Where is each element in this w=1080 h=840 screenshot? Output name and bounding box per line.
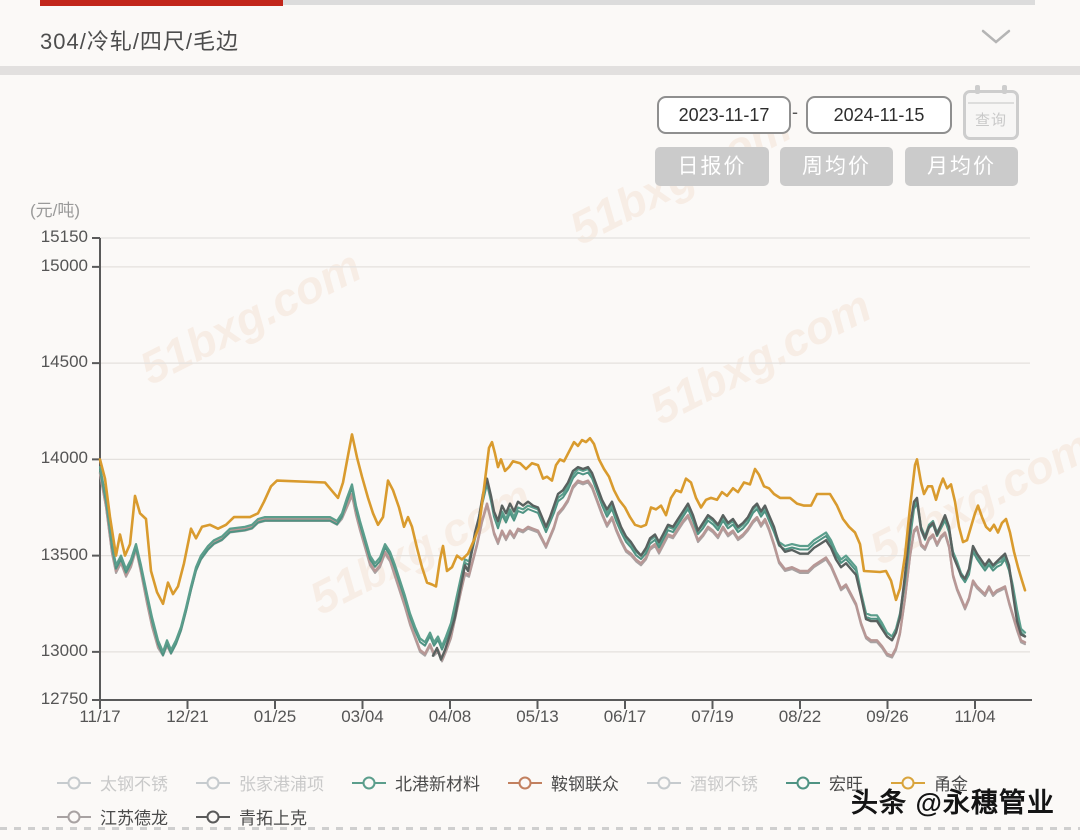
legend-item-鞍钢联众[interactable]: 鞍钢联众 — [507, 770, 619, 795]
y-axis-tick-label: 15150 — [0, 227, 88, 247]
x-axis-tick-label: 01/25 — [237, 707, 313, 727]
legend-item-北港新材料[interactable]: 北港新材料 — [351, 770, 480, 795]
x-axis-tick-label: 09/26 — [850, 707, 926, 727]
y-axis-tick-label: 12750 — [0, 689, 88, 709]
legend-item-张家港浦项[interactable]: 张家港浦项 — [195, 770, 324, 795]
bottom-dashed-divider — [0, 827, 1080, 830]
x-axis-tick-label: 06/17 — [587, 707, 663, 727]
legend-line-circle-marker — [56, 809, 92, 825]
legend-line-circle-marker — [351, 775, 387, 791]
legend-label: 青拓上克 — [239, 804, 307, 829]
legend-label: 太钢不锈 — [100, 770, 168, 795]
legend-line-circle-marker — [56, 775, 92, 791]
x-axis-tick-label: 05/13 — [500, 707, 576, 727]
x-axis-tick-label: 08/22 — [762, 707, 838, 727]
series-line-宏旺 — [100, 471, 1025, 656]
legend-item-江苏德龙[interactable]: 江苏德龙 — [56, 804, 168, 829]
x-axis-tick-label: 04/08 — [412, 707, 488, 727]
legend-item-青拓上克[interactable]: 青拓上克 — [195, 804, 307, 829]
y-axis-tick-label: 13500 — [0, 545, 88, 565]
legend-line-circle-marker — [785, 775, 821, 791]
legend-line-circle-marker — [646, 775, 682, 791]
x-axis-tick-label: 11/17 — [62, 707, 138, 727]
legend-item-太钢不锈[interactable]: 太钢不锈 — [56, 770, 168, 795]
x-axis-tick-label: 03/04 — [325, 707, 401, 727]
y-axis-tick-label: 14000 — [0, 448, 88, 468]
legend-label: 江苏德龙 — [100, 804, 168, 829]
y-axis-tick-label: 14500 — [0, 352, 88, 372]
legend-row-2: 江苏德龙 青拓上克 — [56, 804, 334, 829]
series-line-北港新材料 — [100, 467, 1025, 652]
legend-line-circle-marker — [507, 775, 543, 791]
y-axis-tick-label: 15000 — [0, 256, 88, 276]
x-axis-tick-label: 11/04 — [937, 707, 1013, 727]
legend-label: 张家港浦项 — [239, 770, 324, 795]
legend-label: 酒钢不锈 — [690, 770, 758, 795]
legend-label: 北港新材料 — [395, 770, 480, 795]
legend-item-酒钢不锈[interactable]: 酒钢不锈 — [646, 770, 758, 795]
y-axis-tick-label: 13000 — [0, 641, 88, 661]
price-chart-page: 304/冷轧/四尺/毛边 51bxg.com 51bxg.com 51bxg.c… — [0, 0, 1080, 840]
legend-line-circle-marker — [195, 809, 231, 825]
byline-watermark: 头条 @永穗管业 — [851, 781, 1055, 820]
x-axis-tick-label: 12/21 — [150, 707, 226, 727]
legend-line-circle-marker — [195, 775, 231, 791]
legend-label: 鞍钢联众 — [551, 770, 619, 795]
x-axis-tick-label: 07/19 — [675, 707, 751, 727]
